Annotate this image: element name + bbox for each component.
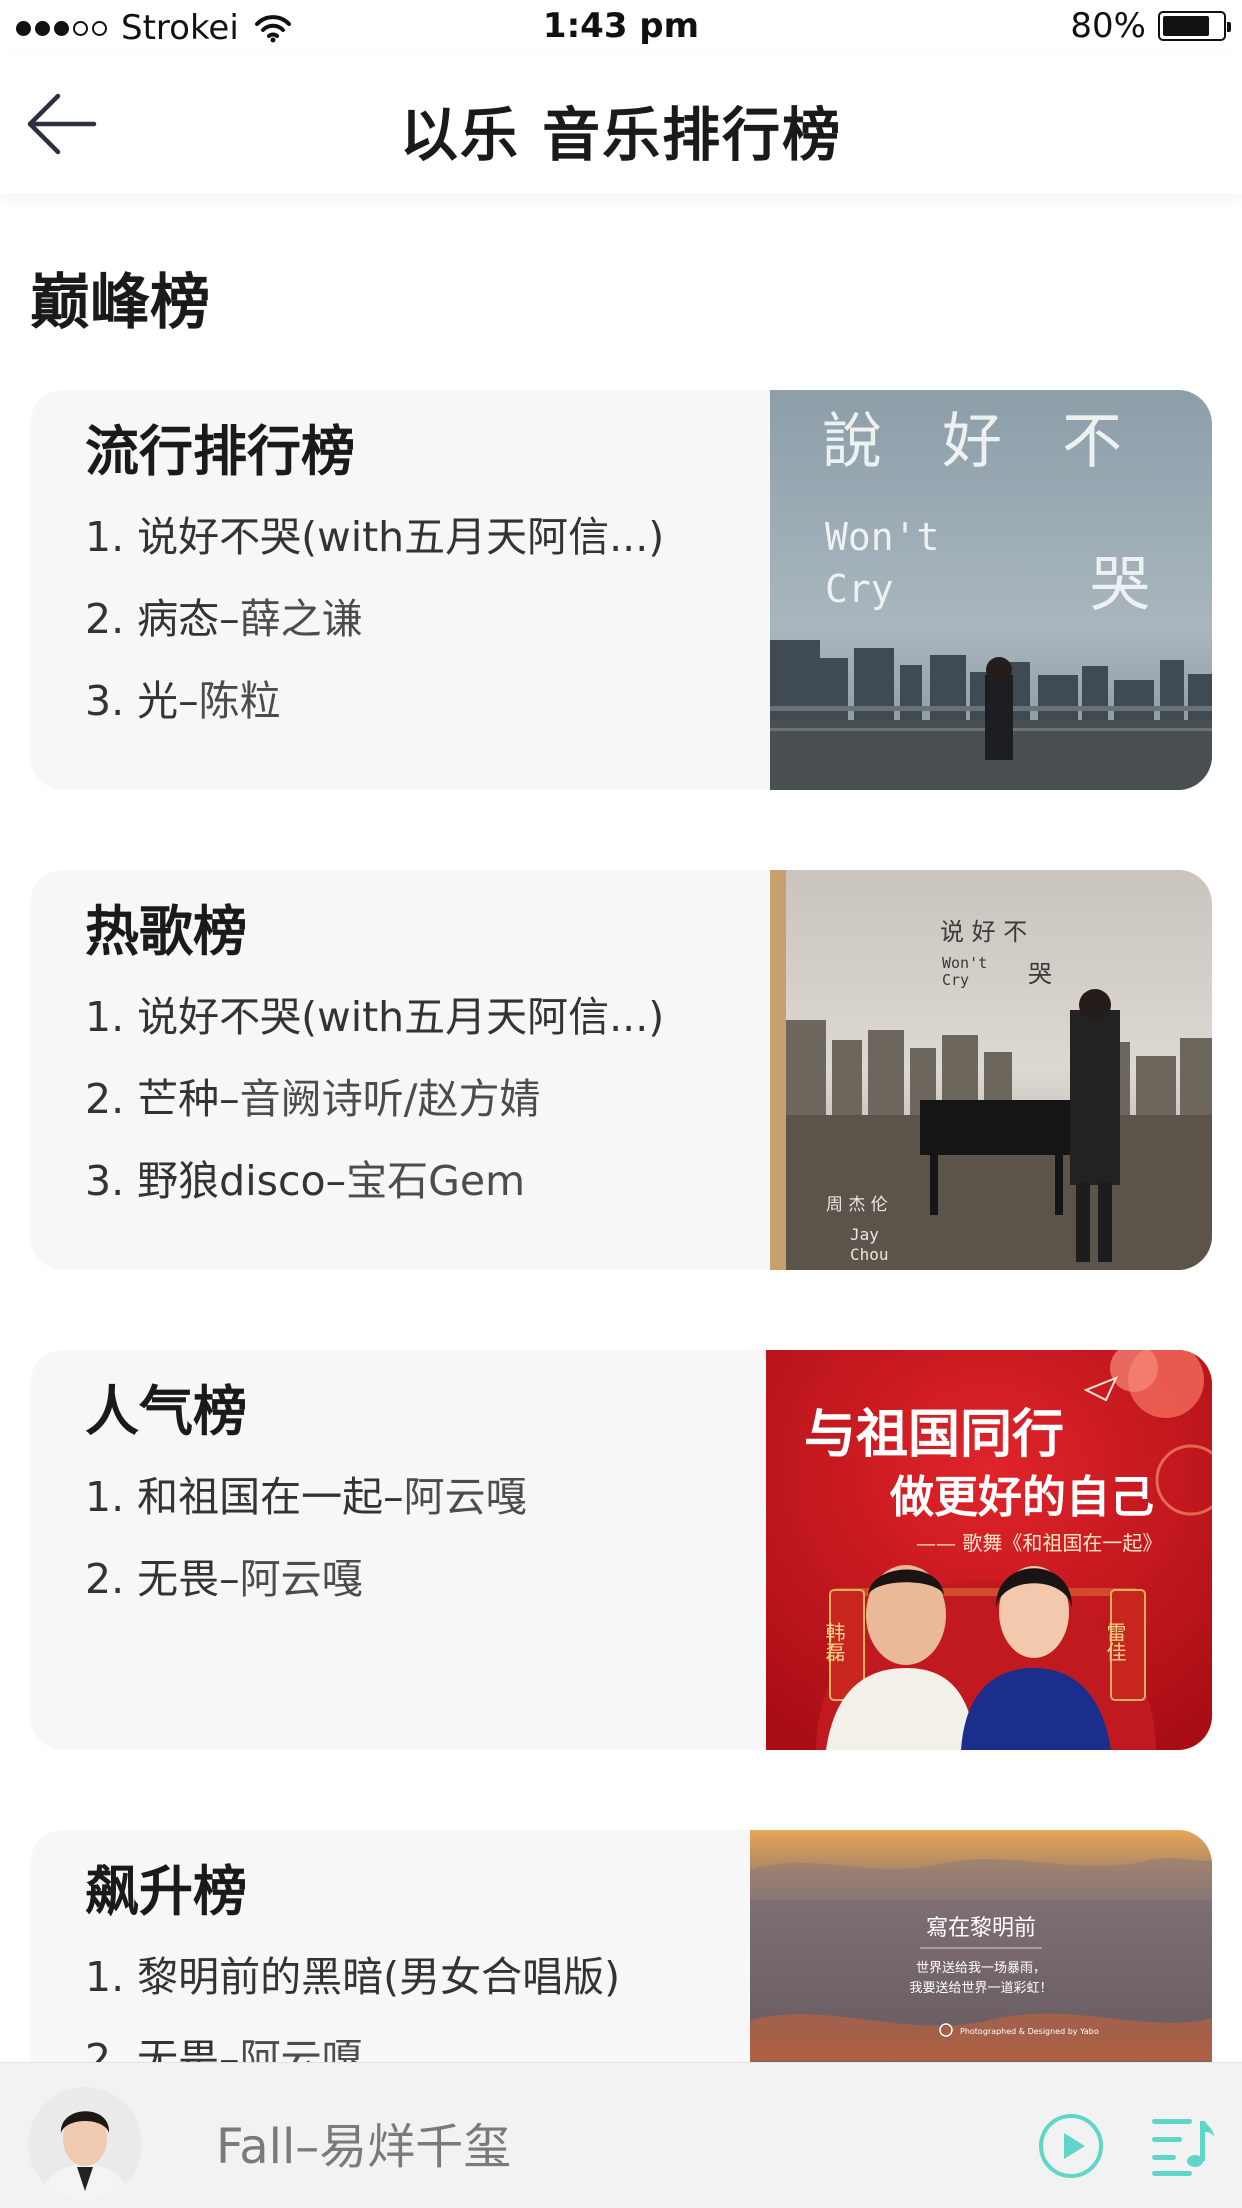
cover-subtitle: Won't: [825, 515, 939, 559]
track-item: 3. 光–陈粒: [85, 660, 664, 742]
chart-cover-image: 说 好 不 哭 Won't Cry 周 杰 伦 Jay Chou: [770, 870, 1212, 1270]
track-number: 3.: [85, 1157, 125, 1205]
track-number: 2.: [85, 1075, 125, 1123]
now-playing-title[interactable]: Fall–易烊千玺: [216, 2107, 511, 2177]
track-artist: 宝石Gem: [346, 1157, 526, 1205]
track-number: 1.: [85, 1473, 125, 1521]
wifi-icon: [254, 15, 291, 43]
track-artist: 阿云嘎: [403, 1473, 527, 1521]
track-item: 2. 无畏–阿云嘎: [85, 1538, 527, 1620]
cover-subtitle: Won't: [942, 954, 987, 972]
track-item: 1. 黎明前的黑暗(男女合唱版): [85, 1936, 620, 2018]
page-title: 以乐 音乐排行榜: [399, 101, 843, 169]
chart-card-hot[interactable]: 热歌榜 1. 说好不哭(with五月天阿信...) 2. 芒种–音阙诗听/赵方婧…: [30, 870, 1212, 1270]
nav-bar: 以乐 音乐排行榜: [0, 54, 1242, 194]
cover-text: 我要送给世界一道彩虹！: [909, 1981, 1052, 1996]
track-song: 说好不哭(with五月天阿信...): [137, 993, 665, 1041]
cover-title: 说 好 不: [940, 918, 1027, 946]
track-song: 光: [137, 677, 179, 725]
track-artist: 陈粒: [198, 677, 281, 725]
track-item: 2. 芒种–音阙诗听/赵方婧: [85, 1058, 664, 1140]
track-number: 2.: [85, 1555, 125, 1603]
track-separator: –: [219, 1075, 240, 1123]
signal-dot: [54, 20, 69, 36]
status-left: Strokei: [16, 8, 293, 48]
track-song: 说好不哭(with五月天阿信...): [137, 513, 665, 561]
avatar[interactable]: [28, 2087, 142, 2201]
chart-card-popular[interactable]: 人气榜 1. 和祖国在一起–阿云嘎 2. 无畏–阿云嘎 与祖国同行 做更好的自己…: [30, 1350, 1212, 1750]
cover-title: 哭: [1028, 960, 1052, 988]
track-song: 无畏: [137, 1555, 220, 1603]
chart-title: 热歌榜: [85, 900, 247, 963]
chart-cover-image: 与祖国同行 做更好的自己 —— 歌舞《和祖国在一起》 韩磊 雷佳: [766, 1350, 1212, 1750]
status-bar: Strokei 1:43 pm 80%: [0, 0, 1242, 54]
track-artist: 阿云嘎: [239, 1555, 363, 1603]
playlist-button[interactable]: [1150, 2115, 1216, 2179]
track-artist: 音阙诗听/赵方婧: [239, 1075, 541, 1123]
track-number: 3.: [85, 677, 125, 725]
section-title: 巅峰榜: [30, 268, 210, 338]
signal-strength-icon: [16, 20, 111, 36]
playlist-music-icon: [1152, 2119, 1214, 2176]
signal-dot: [35, 20, 50, 36]
cover-title: 說 好 不: [822, 407, 1122, 477]
chart-card-text: 人气榜 1. 和祖国在一起–阿云嘎 2. 无畏–阿云嘎: [85, 1370, 527, 1620]
track-item: 3. 野狼disco–宝石Gem: [85, 1140, 664, 1222]
mini-player[interactable]: Fall–易烊千玺: [0, 2062, 1242, 2208]
track-separator: –: [219, 1555, 240, 1603]
track-number: 1.: [85, 513, 125, 561]
battery-icon: [1158, 11, 1231, 41]
cover-text: 世界送给我一场暴雨，: [916, 1961, 1046, 1976]
track-separator: –: [219, 595, 240, 643]
battery-percent: 80%: [1070, 6, 1146, 46]
cover-name-right: 雷佳: [1103, 1622, 1127, 1662]
track-separator: –: [178, 677, 199, 725]
cover-headline: 与祖国同行: [804, 1404, 1064, 1465]
track-song: 黎明前的黑暗(男女合唱版): [137, 1953, 621, 2001]
play-button[interactable]: [1038, 2113, 1104, 2179]
cover-subtitle: Cry: [942, 971, 969, 989]
track-number: 2.: [85, 595, 125, 643]
cover-artist: 周 杰 伦: [826, 1195, 888, 1215]
battery-level: [1163, 16, 1210, 36]
cover-title: 哭: [1090, 550, 1150, 620]
chart-title: 飙升榜: [85, 1860, 247, 1923]
signal-dot: [92, 20, 107, 36]
track-number: 1.: [85, 1953, 125, 2001]
chart-title: 人气榜: [85, 1380, 247, 1443]
chart-title: 流行排行榜: [85, 420, 355, 483]
track-item: 1. 和祖国在一起–阿云嘎: [85, 1456, 527, 1538]
cover-artist-en: Jay: [850, 1225, 879, 1244]
track-song: 和祖国在一起: [137, 1473, 384, 1521]
cover-tagline: —— 歌舞《和祖国在一起》: [916, 1531, 1162, 1555]
cover-title: 寫在黎明前: [926, 1916, 1036, 1941]
track-separator: –: [383, 1473, 404, 1521]
track-song: 病态: [137, 595, 220, 643]
signal-dot: [16, 20, 31, 36]
cover-subtitle: Cry: [825, 567, 894, 611]
cover-name-left: 韩磊: [822, 1622, 846, 1662]
carrier-name: Strokei: [121, 8, 239, 48]
chart-card-pop[interactable]: 流行排行榜 1. 说好不哭(with五月天阿信...) 2. 病态–薛之谦 3.…: [30, 390, 1212, 790]
chart-card-text: 流行排行榜 1. 说好不哭(with五月天阿信...) 2. 病态–薛之谦 3.…: [85, 410, 664, 742]
chart-card-text: 热歌榜 1. 说好不哭(with五月天阿信...) 2. 芒种–音阙诗听/赵方婧…: [85, 890, 664, 1222]
track-artist: 薛之谦: [239, 595, 363, 643]
track-item: 2. 病态–薛之谦: [85, 578, 664, 660]
track-separator: –: [325, 1157, 347, 1205]
signal-dot: [73, 20, 88, 36]
cover-artist-en: Chou: [850, 1245, 889, 1264]
track-song: 芒种: [137, 1075, 220, 1123]
track-number: 1.: [85, 993, 125, 1041]
track-song: 野狼disco: [137, 1157, 326, 1205]
track-item: 1. 说好不哭(with五月天阿信...): [85, 976, 664, 1058]
play-circle-icon: [1039, 2114, 1103, 2178]
back-button[interactable]: [24, 86, 100, 162]
chart-cover-image: 說 好 不 哭 Won't Cry: [770, 390, 1212, 790]
cover-credit: Photographed & Designed by Yabo: [960, 2027, 1099, 2036]
status-right: 80%: [1070, 6, 1231, 46]
track-item: 1. 说好不哭(with五月天阿信...): [85, 496, 664, 578]
arrow-left-icon: [27, 93, 97, 155]
cover-headline: 做更好的自己: [889, 1472, 1154, 1523]
